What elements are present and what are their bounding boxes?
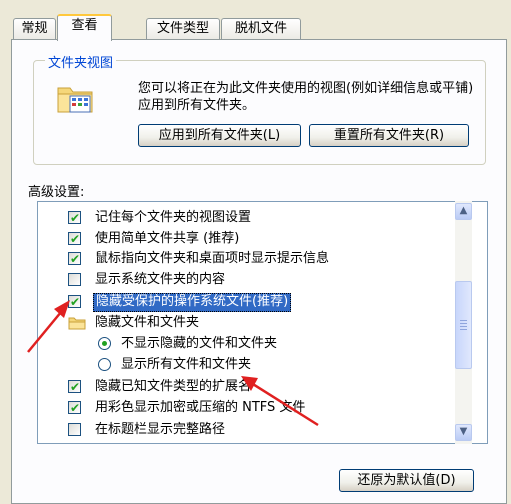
annotation-arrows <box>27 300 319 427</box>
red-arrow-icon <box>247 379 319 427</box>
